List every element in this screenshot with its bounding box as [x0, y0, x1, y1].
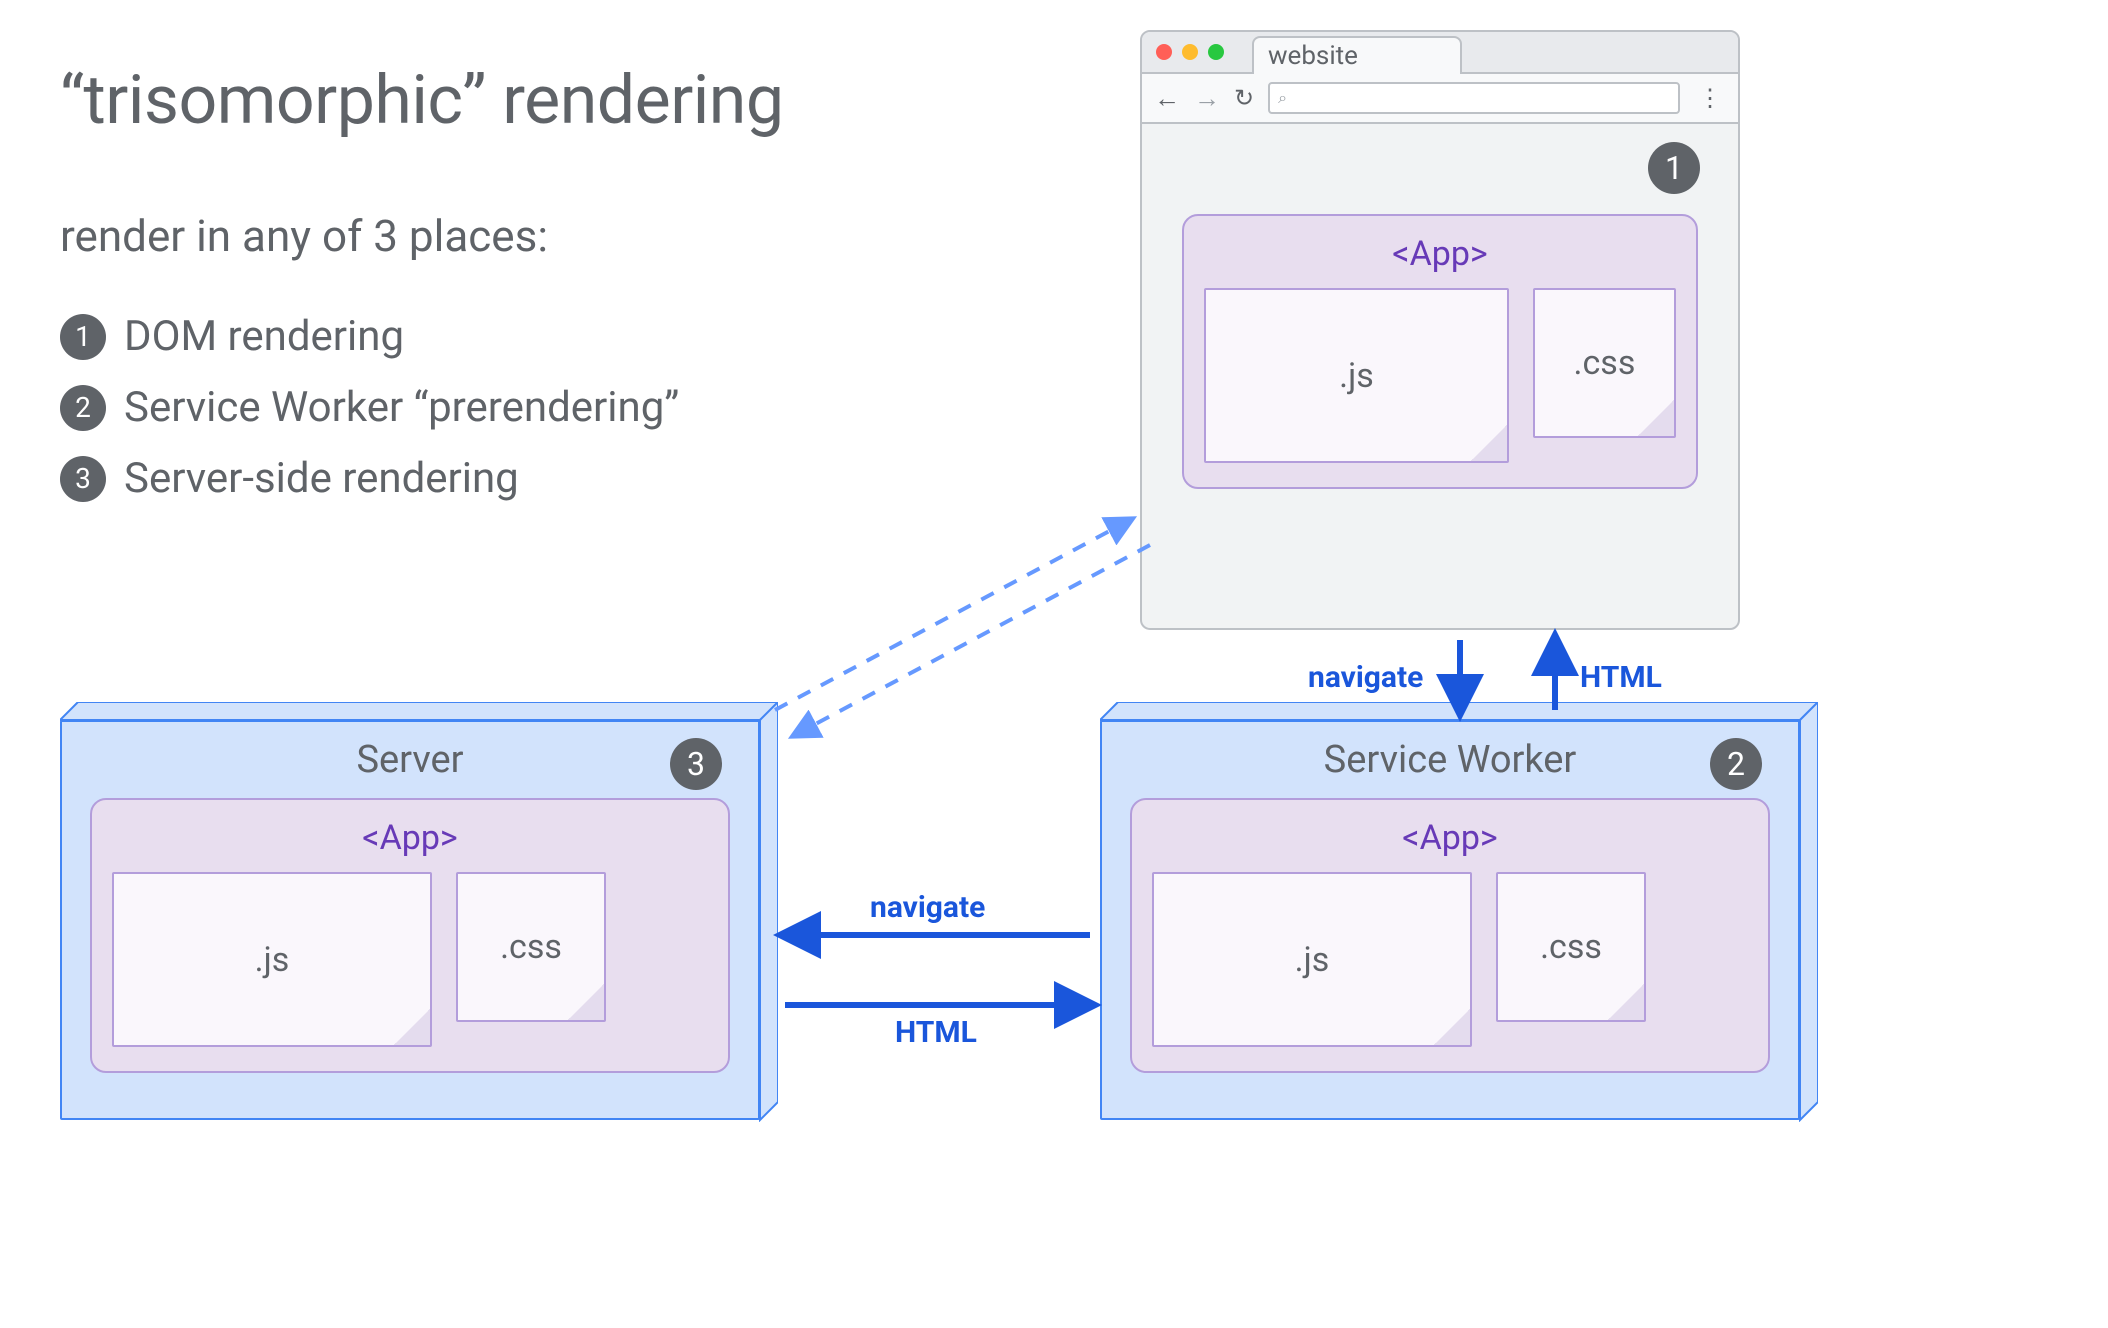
back-icon: ← — [1154, 83, 1180, 114]
page-fold-icon — [394, 1009, 430, 1045]
css-file-icon: .css — [1533, 288, 1676, 438]
arrows-layer — [0, 0, 2108, 1328]
js-file-icon: .js — [112, 872, 432, 1047]
server-panel: Server 3 <App> .js .css — [60, 720, 760, 1120]
page-fold-icon — [1638, 400, 1674, 436]
browser-navbar: ← → ↻ ⌕ ⋮ — [1142, 74, 1738, 124]
js-file-label: .js — [1339, 356, 1374, 396]
diagram-title: “trisomorphic” rendering — [60, 60, 784, 140]
bullet-list: 1 DOM rendering 2 Service Worker “preren… — [60, 290, 679, 525]
bullet-badge-1: 1 — [60, 314, 106, 360]
app-label-browser: <App> — [1204, 234, 1676, 274]
js-file-label: .js — [255, 940, 290, 980]
close-icon — [1156, 44, 1172, 60]
css-file-label: .css — [1540, 927, 1602, 967]
page-fold-icon — [1471, 425, 1507, 461]
sw-title: Service Worker — [1102, 722, 1798, 790]
address-bar: ⌕ — [1268, 82, 1680, 114]
bullet-text-2: Service Worker “prerendering” — [124, 383, 679, 432]
badge-sw: 2 — [1710, 738, 1762, 790]
js-file-icon: .js — [1152, 872, 1472, 1047]
css-file-icon: .css — [1496, 872, 1646, 1022]
app-label-server: <App> — [112, 818, 708, 858]
server-panel-face: Server 3 <App> .js .css — [60, 720, 760, 1120]
js-file-label: .js — [1295, 940, 1330, 980]
diagram-subtitle: render in any of 3 places: — [60, 210, 548, 262]
label-html-top: HTML — [1580, 660, 1662, 695]
arrow-dashed-down — [795, 545, 1150, 735]
label-navigate-top: navigate — [1308, 660, 1423, 695]
bullet-text-3: Server-side rendering — [124, 454, 519, 503]
app-label-sw: <App> — [1152, 818, 1748, 858]
bullet-text-1: DOM rendering — [124, 312, 404, 361]
sw-panel-face: Service Worker 2 <App> .js .css — [1100, 720, 1800, 1120]
page-fold-icon — [1434, 1009, 1470, 1045]
reload-icon: ↻ — [1234, 84, 1254, 112]
label-html-mid: HTML — [895, 1015, 977, 1050]
css-file-label: .css — [500, 927, 562, 967]
browser-window: website ← → ↻ ⌕ ⋮ 1 <App> .js .css — [1140, 30, 1740, 630]
label-navigate-mid: navigate — [870, 890, 985, 925]
page-fold-icon — [1608, 984, 1644, 1020]
bullet-3: 3 Server-side rendering — [60, 454, 679, 503]
minimize-icon — [1182, 44, 1198, 60]
traffic-lights — [1156, 44, 1224, 60]
maximize-icon — [1208, 44, 1224, 60]
forward-icon: → — [1194, 83, 1220, 114]
app-box-sw: <App> .js .css — [1130, 798, 1770, 1073]
bullet-badge-2: 2 — [60, 385, 106, 431]
bullet-2: 2 Service Worker “prerendering” — [60, 383, 679, 432]
kebab-menu-icon: ⋮ — [1694, 84, 1726, 112]
app-box-server: <App> .js .css — [90, 798, 730, 1073]
search-icon: ⌕ — [1278, 88, 1287, 108]
bullet-badge-3: 3 — [60, 456, 106, 502]
arrow-dashed-up — [775, 520, 1130, 710]
badge-browser: 1 — [1648, 142, 1700, 194]
css-file-icon: .css — [456, 872, 606, 1022]
browser-viewport: 1 <App> .js .css — [1142, 124, 1738, 628]
browser-titlebar: website — [1142, 32, 1738, 74]
css-file-label: .css — [1574, 343, 1636, 383]
service-worker-panel: Service Worker 2 <App> .js .css — [1100, 720, 1800, 1120]
badge-server: 3 — [670, 738, 722, 790]
server-title: Server — [62, 722, 758, 790]
bullet-1: 1 DOM rendering — [60, 312, 679, 361]
app-box-browser: <App> .js .css — [1182, 214, 1698, 489]
page-fold-icon — [568, 984, 604, 1020]
js-file-icon: .js — [1204, 288, 1509, 463]
browser-tab: website — [1252, 36, 1462, 74]
